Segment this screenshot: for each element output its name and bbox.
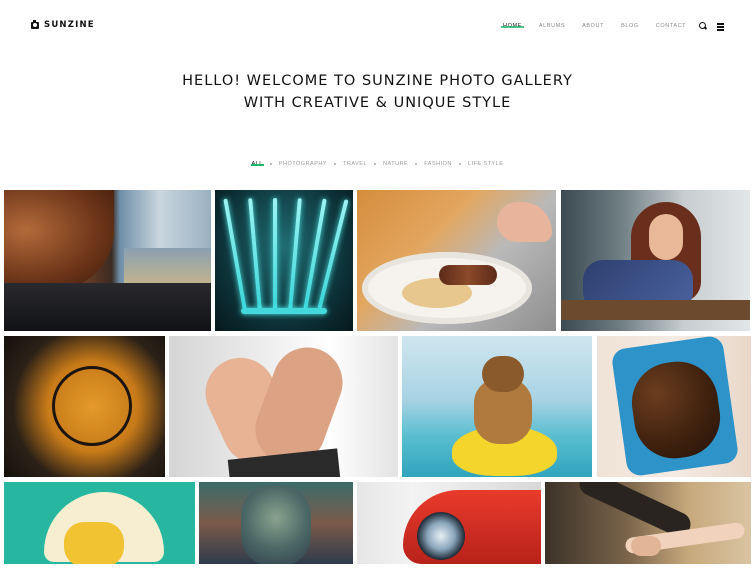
separator-dot [334,163,337,165]
camera-icon [31,19,39,29]
main-nav: HOME ALBUMS ABOUT BLOG CONTACT [501,23,703,29]
gallery-photo-coffee-beans[interactable] [597,336,751,477]
site-header: SUNZINE HOME ALBUMS ABOUT BLOG CONTACT [0,0,755,52]
gallery-photo-tattooed-face[interactable] [199,482,353,564]
gallery-photo-holding-hands[interactable] [545,482,751,564]
filter-travel[interactable]: TRAVEL [343,161,367,167]
filter-fashion[interactable]: FASHION [424,161,452,167]
gallery-filters: ALL PHOTOGRAPHY TRAVEL NATURE FASHION LI… [0,161,755,167]
filter-photography[interactable]: PHOTOGRAPHY [279,161,327,167]
filter-all[interactable]: ALL [250,161,265,167]
gallery-photo-woman-portrait[interactable] [561,190,750,331]
logo-text: SUNZINE [44,20,95,30]
gallery-photo-architecture[interactable] [4,190,211,331]
nav-home[interactable]: HOME [501,23,524,29]
gallery-page: SUNZINE HOME ALBUMS ABOUT BLOG CONTACT H… [0,0,755,580]
search-icon[interactable] [699,22,707,30]
gallery-photo-banana[interactable] [4,482,195,564]
gallery-photo-food-plate[interactable] [357,190,556,331]
nav-albums[interactable]: ALBUMS [539,23,565,29]
separator-dot [458,163,461,165]
gallery-photo-dog-kayak[interactable] [402,336,592,477]
filter-life-style[interactable]: LIFE STYLE [468,161,504,167]
bottom-fade [0,566,755,580]
nav-contact[interactable]: CONTACT [656,23,686,29]
gallery-photo-motorcycle-tank[interactable] [4,336,165,477]
separator-dot [269,163,272,165]
nav-blog[interactable]: BLOG [621,23,639,29]
hero-line-2: WITH CREATIVE & UNIQUE STYLE [243,95,512,111]
separator-dot [415,163,418,165]
menu-icon[interactable] [717,23,725,31]
gallery-photo-hands-ring[interactable] [169,336,398,477]
hero-line-1: HELLO! WELCOME TO SUNZINE PHOTO GALLERY [182,73,573,89]
gallery-photo-red-car[interactable] [357,482,541,564]
nav-about[interactable]: ABOUT [582,23,604,29]
hero-heading: HELLO! WELCOME TO SUNZINE PHOTO GALLERY … [0,70,755,114]
filter-nature[interactable]: NATURE [383,161,408,167]
site-logo[interactable]: SUNZINE [31,19,95,30]
gallery-photo-neon-lamp[interactable] [215,190,353,331]
separator-dot [374,163,377,165]
